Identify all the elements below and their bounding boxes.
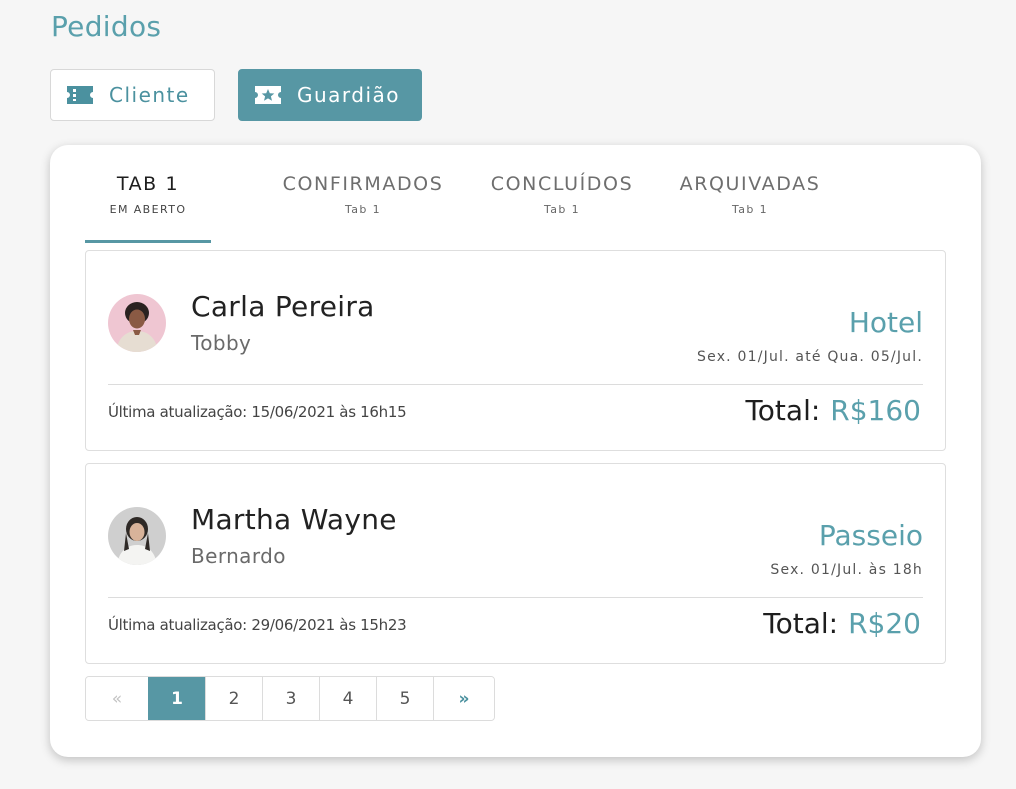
star-ticket-icon: [253, 84, 283, 106]
tab-em-aberto[interactable]: TAB 1 EM ABERTO: [85, 173, 211, 216]
total-value: R$160: [830, 394, 921, 427]
tab-title: TAB 1: [116, 173, 180, 195]
pet-name: Bernardo: [191, 544, 286, 568]
order-total: Total: R$160: [745, 394, 921, 427]
service-date: Sex. 01/Jul. até Qua. 05/Jul.: [697, 349, 923, 365]
next-page-button[interactable]: »: [433, 677, 494, 720]
guardian-role-button[interactable]: Guardião: [238, 69, 422, 121]
last-updated: Última atualização: 29/06/2021 às 15h23: [108, 616, 407, 634]
page-3-button[interactable]: 3: [262, 677, 319, 720]
page-1-button[interactable]: 1: [148, 677, 205, 720]
tab-arquivadas[interactable]: ARQUIVADAS Tab 1: [677, 173, 823, 216]
client-role-button[interactable]: Cliente: [50, 69, 215, 121]
pagination: « 1 2 3 4 5 »: [85, 676, 495, 721]
total-label: Total:: [763, 607, 839, 640]
tab-title: ARQUIVADAS: [679, 173, 821, 195]
page-4-button[interactable]: 4: [319, 677, 376, 720]
order-total: Total: R$20: [763, 607, 921, 640]
order-card[interactable]: Carla Pereira Tobby Hotel Sex. 01/Jul. a…: [85, 250, 946, 451]
pet-name: Tobby: [191, 331, 252, 355]
tab-title: CONFIRMADOS: [282, 173, 444, 195]
page-2-button[interactable]: 2: [205, 677, 262, 720]
service-type: Passeio: [818, 519, 923, 552]
service-type: Hotel: [848, 306, 923, 339]
tab-subtitle: Tab 1: [731, 203, 769, 216]
active-tab-indicator: [85, 240, 211, 243]
tab-subtitle: EM ABERTO: [109, 203, 187, 216]
prev-page-button[interactable]: «: [86, 677, 148, 720]
total-label: Total:: [745, 394, 821, 427]
divider: [108, 384, 923, 385]
ticket-icon: [65, 84, 95, 106]
orders-tabs: TAB 1 EM ABERTO CONFIRMADOS Tab 1 CONCLU…: [85, 173, 910, 243]
tab-confirmados[interactable]: CONFIRMADOS Tab 1: [281, 173, 445, 216]
order-card[interactable]: Martha Wayne Bernardo Passeio Sex. 01/Ju…: [85, 463, 946, 664]
page-5-button[interactable]: 5: [376, 677, 433, 720]
client-role-label: Cliente: [109, 83, 190, 107]
tab-subtitle: Tab 1: [543, 203, 581, 216]
customer-name: Carla Pereira: [191, 290, 375, 323]
user-avatar: [108, 294, 166, 352]
customer-name: Martha Wayne: [191, 503, 397, 536]
tab-subtitle: Tab 1: [344, 203, 382, 216]
divider: [108, 597, 923, 598]
service-date: Sex. 01/Jul. às 18h: [770, 562, 923, 578]
user-avatar: [108, 507, 166, 565]
tab-title: CONCLUÍDOS: [490, 173, 634, 195]
last-updated: Última atualização: 15/06/2021 às 16h15: [108, 403, 407, 421]
total-value: R$20: [848, 607, 921, 640]
guardian-role-label: Guardião: [297, 83, 401, 107]
page-title: Pedidos: [51, 10, 162, 43]
orders-card: TAB 1 EM ABERTO CONFIRMADOS Tab 1 CONCLU…: [50, 145, 981, 757]
tab-concluidos[interactable]: CONCLUÍDOS Tab 1: [489, 173, 635, 216]
